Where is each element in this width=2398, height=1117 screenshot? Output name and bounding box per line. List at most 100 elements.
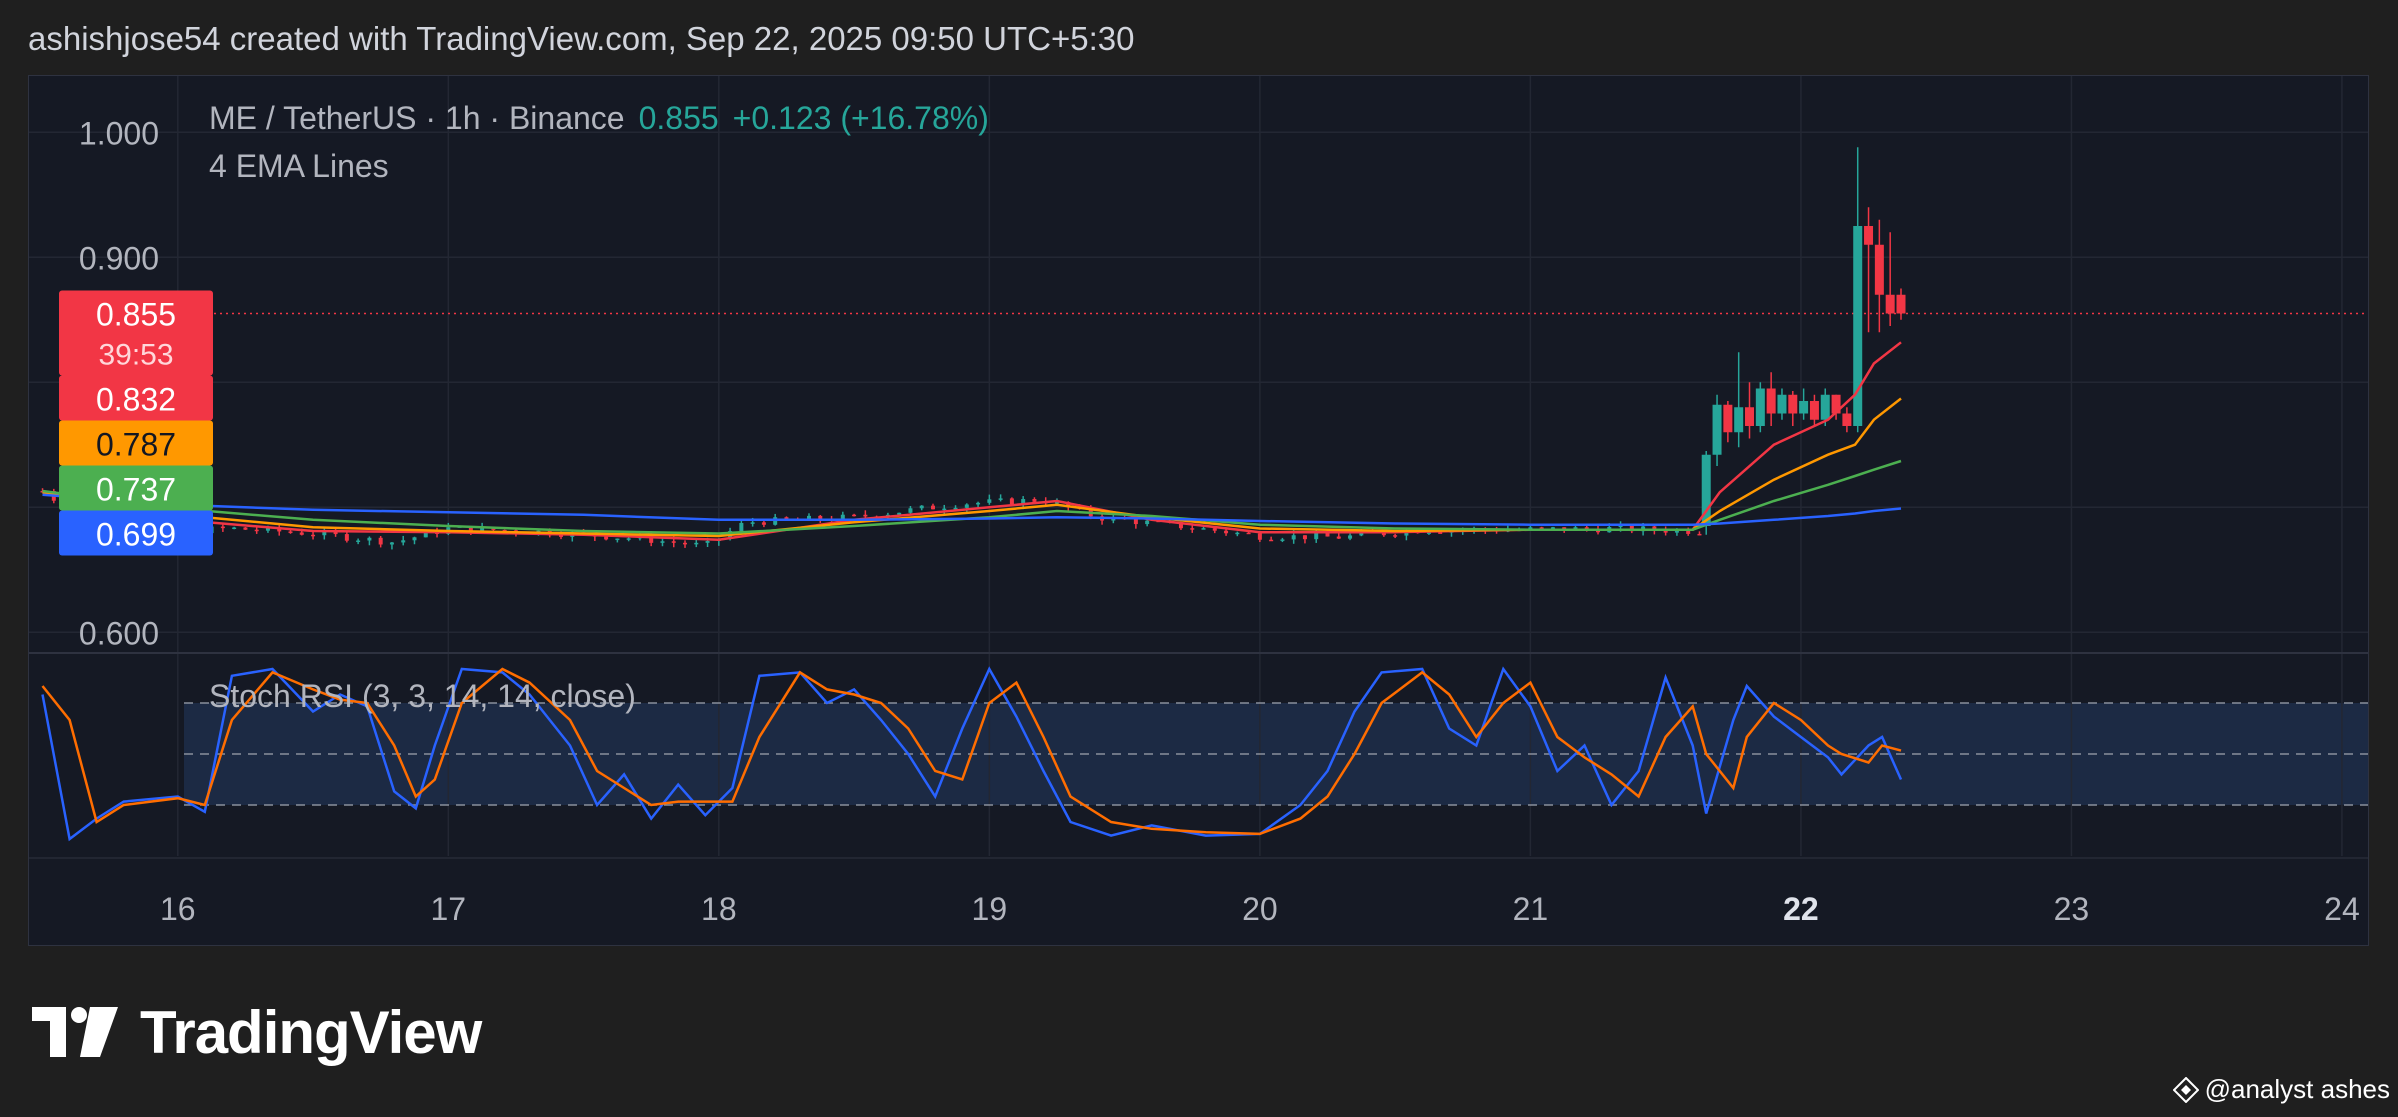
ema-line <box>42 397 1902 538</box>
candle-body <box>930 505 935 510</box>
y-tick-label: 1.000 <box>79 115 159 151</box>
chart-byline: ashishjose54 created with TradingView.co… <box>28 20 1135 57</box>
candle-body <box>1212 528 1217 531</box>
candle-body <box>1314 533 1319 540</box>
candle-body <box>1145 520 1150 525</box>
x-tick-label: 21 <box>1513 891 1549 927</box>
candle-body <box>1302 535 1307 540</box>
candle-body <box>604 536 609 540</box>
x-tick-label: 16 <box>160 891 196 927</box>
indicator-legend[interactable]: 4 EMA Lines <box>209 148 389 185</box>
tradingview-brand: TradingView <box>32 998 482 1067</box>
candle-body <box>660 541 665 543</box>
candle-body <box>1235 532 1240 535</box>
candle-body <box>254 529 259 532</box>
candle-body <box>367 537 372 541</box>
last-price: 0.855 <box>638 100 719 136</box>
candle-body <box>919 505 924 509</box>
candle-body <box>1766 388 1776 414</box>
candle-body <box>998 498 1003 500</box>
candle-body <box>1896 294 1906 314</box>
x-tick-label: 19 <box>972 891 1008 927</box>
x-tick-label: 17 <box>431 891 467 927</box>
candle-body <box>1393 535 1398 537</box>
candle-body <box>378 537 383 545</box>
x-tick-label: 18 <box>701 891 737 927</box>
candle-body <box>1348 535 1353 539</box>
candle-body <box>1190 528 1195 530</box>
candle-body <box>1712 404 1722 455</box>
candle-body <box>683 542 688 545</box>
candle-body <box>1723 404 1733 433</box>
tradingview-logo-icon <box>32 1006 118 1057</box>
y-tick-label: 0.600 <box>79 615 159 651</box>
price-change: +0.123 (+16.78%) <box>732 100 989 136</box>
candle-body <box>908 508 913 513</box>
diamond-logo-icon <box>2172 1076 2199 1103</box>
x-tick-label: 23 <box>2054 891 2090 927</box>
candle-body <box>1777 394 1787 414</box>
candle-body <box>559 535 564 537</box>
candle-body <box>288 531 293 533</box>
watermark-text: @analyst ashes <box>2204 1074 2390 1104</box>
candle-body <box>1257 533 1262 540</box>
candle-body <box>852 514 857 517</box>
candle-body <box>1438 532 1443 534</box>
candle-body <box>863 514 868 517</box>
candle-body <box>356 540 361 542</box>
stoch-rsi-legend[interactable]: Stoch RSI (3, 3, 14, 14, close) <box>209 678 636 715</box>
price-label-countdown: 39:53 <box>98 339 173 372</box>
candle-body <box>1133 519 1138 525</box>
price-label-text: 0.737 <box>96 472 176 508</box>
ema-line <box>42 459 1902 535</box>
x-tick-label: 20 <box>1242 891 1278 927</box>
candle-body <box>987 499 992 503</box>
candle-body <box>311 534 316 537</box>
candle-body <box>964 504 969 508</box>
candle-body <box>1291 535 1296 540</box>
candle-body <box>1336 536 1341 539</box>
price-label-text: 0.699 <box>96 517 176 553</box>
symbol-legend: ME / TetherUS · 1h · Binance 0.855 +0.123 … <box>209 100 989 137</box>
x-tick-label: 24 <box>2324 891 2360 927</box>
price-label-text: 0.787 <box>96 427 176 463</box>
candle-body <box>626 538 631 540</box>
x-tick-label: 22 <box>1783 891 1819 927</box>
candle-body <box>1032 499 1037 502</box>
candle-body <box>1009 498 1014 505</box>
y-tick-label: 0.900 <box>79 240 159 276</box>
price-label-text: 0.855 <box>96 297 176 333</box>
candle-body <box>1246 532 1251 535</box>
candle-body <box>1224 530 1229 534</box>
chart-canvas[interactable]: 1.000 0.900 0.600 16 17 18 19 20 21 22 23 24 0.855 39… <box>29 76 2368 945</box>
symbol-label[interactable]: ME / TetherUS · 1h · Binance <box>209 100 625 136</box>
candle-body <box>761 522 766 525</box>
candle-body <box>1269 539 1274 542</box>
chart-frame[interactable]: 1.000 0.900 0.600 16 17 18 19 20 21 22 23 24 0.855 39… <box>28 75 2369 946</box>
candle-body <box>671 541 676 543</box>
candle-body <box>220 526 225 529</box>
candle-body <box>942 508 947 511</box>
candle-body <box>1864 226 1874 245</box>
candle-body <box>705 541 710 543</box>
price-label-text: 0.832 <box>96 382 176 418</box>
candle-body <box>1280 539 1285 541</box>
candle-body <box>412 537 417 541</box>
candle-body <box>1799 401 1809 414</box>
candle-body <box>976 502 981 505</box>
candle-body <box>615 538 620 541</box>
candle-body <box>401 540 406 543</box>
candle-body <box>1697 533 1702 536</box>
candle-body <box>389 542 394 545</box>
candle-body <box>1745 407 1755 426</box>
candle-body <box>344 534 349 541</box>
candle-body <box>1325 533 1330 537</box>
candle-body <box>232 527 237 529</box>
candle-body <box>750 522 755 524</box>
candle-body <box>1820 394 1830 420</box>
candle-body <box>243 527 248 530</box>
candle-body <box>1885 294 1895 314</box>
candle-body <box>1809 401 1819 420</box>
candle-body <box>1201 528 1206 530</box>
candle-body <box>1874 244 1884 295</box>
